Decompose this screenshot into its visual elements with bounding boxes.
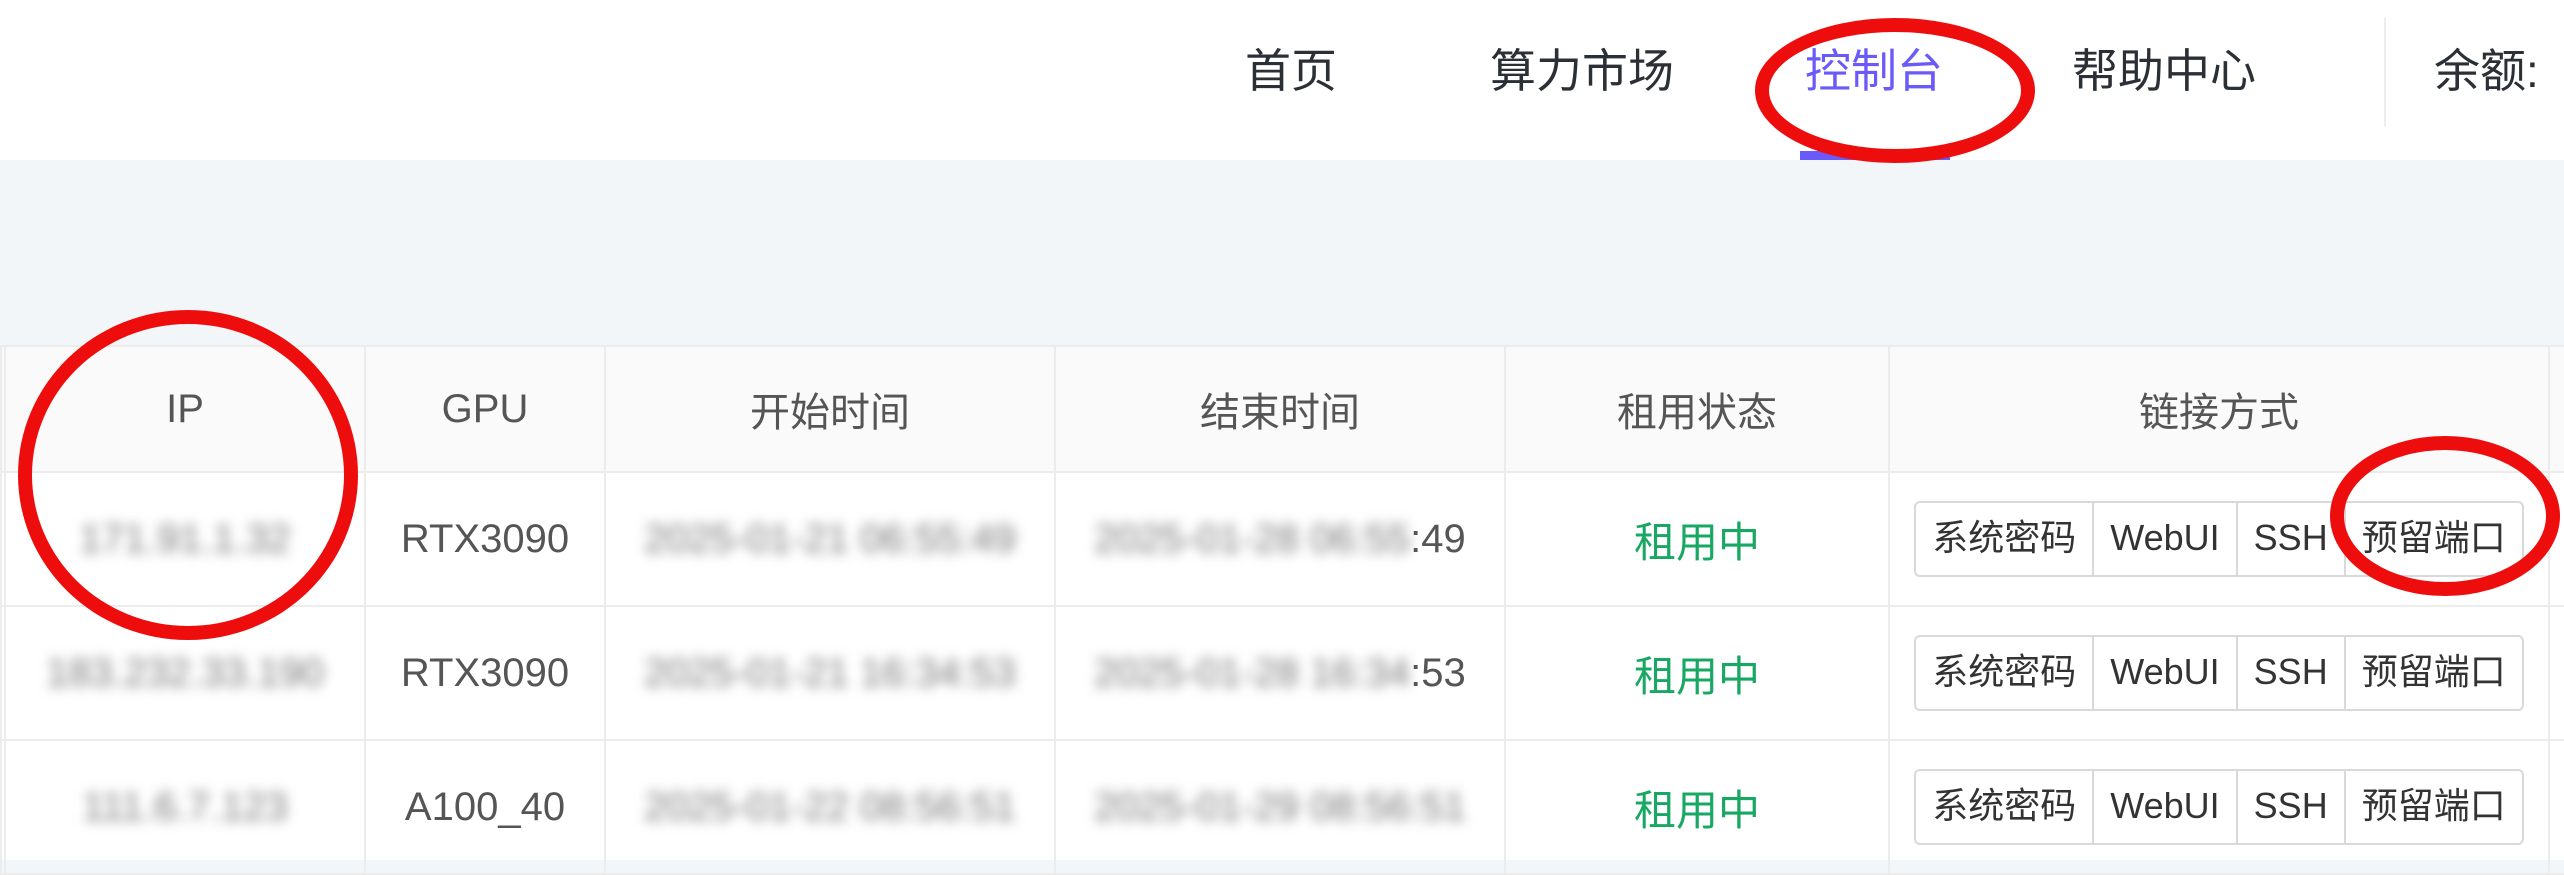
table-row: 111.6.7.123 A100_40 2025-01-22 08:56:51 … bbox=[0, 739, 2564, 875]
table-edge-cell bbox=[2548, 345, 2564, 473]
nav-item-help[interactable]: 帮助中心 bbox=[2072, 0, 2256, 160]
cell-gpu: RTX3090 bbox=[364, 605, 606, 741]
system-password-button[interactable]: 系统密码 bbox=[1916, 771, 2095, 843]
webui-button[interactable]: WebUI bbox=[2094, 503, 2238, 575]
end-time-value: 2025-01-29 08:56:51 bbox=[1094, 784, 1466, 829]
cell-connection: 系统密码 WebUI SSH 预留端口 bbox=[1888, 471, 2550, 607]
column-header-connection: 链接方式 bbox=[1888, 345, 2550, 473]
nav-item-market[interactable]: 算力市场 bbox=[1490, 0, 1674, 160]
cell-gpu: RTX3090 bbox=[364, 471, 606, 607]
system-password-button[interactable]: 系统密码 bbox=[1916, 503, 2095, 575]
ip-value: 171.91.1.32 bbox=[79, 516, 291, 561]
connection-button-group: 系统密码 WebUI SSH 预留端口 bbox=[1914, 769, 2524, 845]
reserved-port-button[interactable]: 预留端口 bbox=[2346, 771, 2522, 843]
cell-end-time: 2025-01-28 06:55:49 bbox=[1054, 471, 1506, 607]
end-time-visible: :53 bbox=[1410, 650, 1466, 695]
ssh-button[interactable]: SSH bbox=[2238, 771, 2346, 843]
cell-gpu: A100_40 bbox=[364, 739, 606, 875]
cell-ip: 111.6.7.123 bbox=[4, 739, 366, 875]
system-password-button[interactable]: 系统密码 bbox=[1916, 637, 2095, 709]
start-time-value: 2025-01-22 08:56:51 bbox=[644, 784, 1016, 829]
connection-button-group: 系统密码 WebUI SSH 预留端口 bbox=[1914, 501, 2524, 577]
start-time-value: 2025-01-21 16:34:53 bbox=[644, 650, 1016, 695]
instance-table: IP GPU 开始时间 结束时间 租用状态 链接方式 171.91.1.32 R… bbox=[0, 345, 2564, 875]
cell-end-time: 2025-01-29 08:56:51 bbox=[1054, 739, 1506, 875]
nav-item-home[interactable]: 首页 bbox=[1245, 0, 1337, 160]
instance-table-container: IP GPU 开始时间 结束时间 租用状态 链接方式 171.91.1.32 R… bbox=[0, 345, 2564, 875]
table-row: 171.91.1.32 RTX3090 2025-01-21 06:55:49 … bbox=[0, 471, 2564, 607]
end-time-hidden: 2025-01-28 16:34 bbox=[1094, 650, 1411, 695]
column-header-status: 租用状态 bbox=[1504, 345, 1890, 473]
reserved-port-button[interactable]: 预留端口 bbox=[2346, 637, 2522, 709]
column-header-ip: IP bbox=[4, 345, 366, 473]
webui-button[interactable]: WebUI bbox=[2094, 637, 2238, 709]
balance-label: 余额: bbox=[2434, 45, 2539, 97]
column-header-end-time: 结束时间 bbox=[1054, 345, 1506, 473]
nav-divider bbox=[2384, 18, 2386, 126]
status-badge: 租用中 bbox=[1504, 605, 1890, 741]
status-badge: 租用中 bbox=[1504, 739, 1890, 875]
end-time-hidden: 2025-01-28 06:55 bbox=[1094, 516, 1411, 561]
cell-connection: 系统密码 WebUI SSH 预留端口 bbox=[1888, 739, 2550, 875]
banner-area bbox=[0, 160, 2564, 310]
table-edge-cell bbox=[2548, 471, 2564, 607]
nav-item-console[interactable]: 控制台 bbox=[1805, 0, 1943, 160]
webui-button[interactable]: WebUI bbox=[2094, 771, 2238, 843]
start-time-value: 2025-01-21 06:55:49 bbox=[644, 516, 1016, 561]
cell-ip: 183.232.33.190 bbox=[4, 605, 366, 741]
ssh-button[interactable]: SSH bbox=[2238, 503, 2346, 575]
cell-end-time: 2025-01-28 16:34:53 bbox=[1054, 605, 1506, 741]
cell-start-time: 2025-01-22 08:56:51 bbox=[604, 739, 1056, 875]
reserved-port-button[interactable]: 预留端口 bbox=[2346, 503, 2522, 575]
table-edge-cell bbox=[2548, 739, 2564, 875]
table-row: 183.232.33.190 RTX3090 2025-01-21 16:34:… bbox=[0, 605, 2564, 741]
column-header-start-time: 开始时间 bbox=[604, 345, 1056, 473]
top-navigation-bar: 首页 算力市场 控制台 帮助中心 余额: bbox=[0, 0, 2564, 160]
status-badge: 租用中 bbox=[1504, 471, 1890, 607]
cell-start-time: 2025-01-21 16:34:53 bbox=[604, 605, 1056, 741]
ip-value: 183.232.33.190 bbox=[45, 650, 325, 695]
cell-connection: 系统密码 WebUI SSH 预留端口 bbox=[1888, 605, 2550, 741]
table-edge-cell bbox=[2548, 605, 2564, 741]
cell-ip: 171.91.1.32 bbox=[4, 471, 366, 607]
cell-start-time: 2025-01-21 06:55:49 bbox=[604, 471, 1056, 607]
end-time-visible: :49 bbox=[1410, 516, 1466, 561]
ssh-button[interactable]: SSH bbox=[2238, 637, 2346, 709]
connection-button-group: 系统密码 WebUI SSH 预留端口 bbox=[1914, 635, 2524, 711]
ip-value: 111.6.7.123 bbox=[82, 784, 288, 829]
column-header-gpu: GPU bbox=[364, 345, 606, 473]
table-header-row: IP GPU 开始时间 结束时间 租用状态 链接方式 bbox=[0, 345, 2564, 473]
active-tab-indicator bbox=[1800, 151, 1950, 160]
